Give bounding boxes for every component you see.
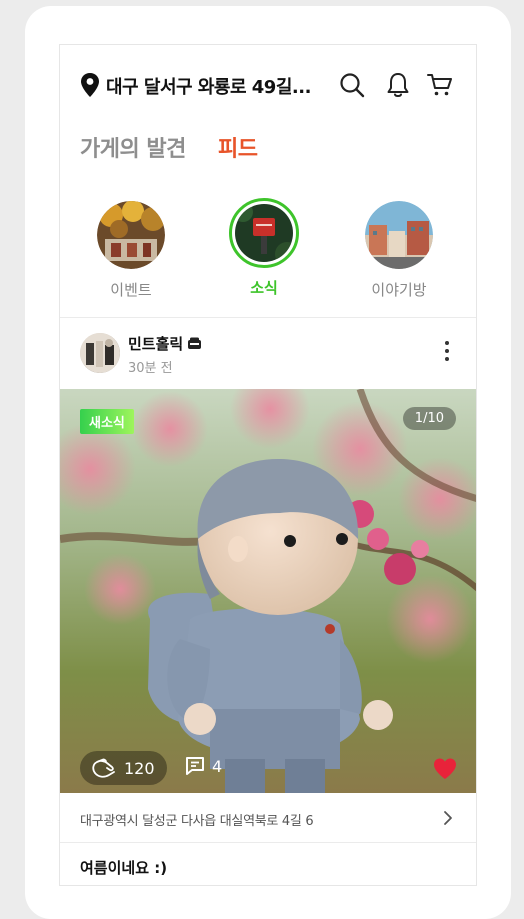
story-events-thumbnail: [97, 201, 165, 269]
post-time: 30분 전: [128, 361, 173, 376]
phone-screen: 대구 달서구 와룡로 49길... 가게의 발견 피드 이벤트 소식 이야기방 …: [59, 44, 477, 886]
store-badge-icon: [188, 337, 202, 349]
new-post-tag: 새소식: [80, 409, 134, 434]
story-news[interactable]: 소식: [219, 198, 309, 298]
like-heart-icon[interactable]: [432, 757, 458, 781]
cart-icon[interactable]: [426, 71, 454, 99]
comment-button[interactable]: 4: [184, 755, 222, 777]
location-label[interactable]: 대구 달서구 와룡로 49길...: [106, 73, 311, 99]
story-events-label: 이벤트: [110, 281, 152, 299]
story-events[interactable]: 이벤트: [86, 201, 176, 300]
author-name-row[interactable]: 민트홀릭: [128, 333, 202, 354]
store-address: 대구광역시 달성군 다사읍 대실역북로 4길 6: [80, 814, 314, 829]
comment-icon: [186, 757, 204, 775]
more-options-icon[interactable]: [444, 341, 450, 363]
story-news-thumbnail: [229, 198, 299, 268]
story-chat-room-label: 이야기방: [371, 281, 427, 299]
clap-icon: [92, 758, 115, 778]
top-bar: 대구 달서구 와룡로 49길...: [60, 67, 476, 103]
tab-store-discovery[interactable]: 가게의 발견: [80, 131, 186, 163]
tab-feed[interactable]: 피드: [218, 131, 258, 163]
section-divider: [60, 317, 476, 318]
image-counter: 1/10: [402, 407, 456, 430]
story-chat-room-thumbnail: [365, 201, 433, 269]
post-image[interactable]: 새소식 1/10 120 4: [60, 389, 476, 793]
chevron-right-icon: [444, 811, 452, 825]
story-news-label: 소식: [250, 279, 278, 297]
post-caption: 여름이네요 :): [80, 859, 168, 877]
location-pin-icon[interactable]: [80, 72, 100, 98]
comment-count: 4: [212, 756, 223, 776]
bell-icon[interactable]: [384, 71, 412, 99]
story-chat-room[interactable]: 이야기방: [354, 201, 444, 300]
search-icon[interactable]: [338, 71, 366, 99]
clap-button[interactable]: 120: [80, 751, 167, 785]
crochet-doll-photo: [60, 389, 476, 793]
clap-count: 120: [124, 758, 155, 778]
author-name: 민트홀릭: [128, 335, 184, 353]
author-avatar[interactable]: [80, 333, 120, 373]
store-address-row[interactable]: 대구광역시 달성군 다사읍 대실역북로 4길 6: [60, 793, 476, 843]
